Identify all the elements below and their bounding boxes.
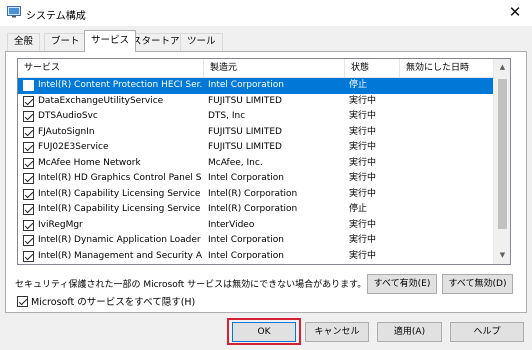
service-name: Intel(R) Capability Licensing Service I.… — [38, 188, 202, 199]
hide-ms-label: Microsoft のサービスをすべて隠す(H) — [31, 297, 196, 308]
service-name: Intel(R) Capability Licensing Service ..… — [38, 204, 202, 214]
list-item[interactable]: IviRegMgr InterVideo 実行中 — [18, 218, 494, 234]
service-checkbox[interactable] — [23, 219, 34, 231]
service-status: 実行中 — [349, 111, 377, 121]
service-name: IviRegMgr — [38, 219, 83, 230]
service-manufacturer: InterVideo — [208, 219, 255, 230]
service-checkbox[interactable] — [23, 204, 34, 215]
service-checkbox[interactable] — [23, 142, 34, 153]
help-button[interactable]: ヘルプ — [450, 322, 524, 342]
service-manufacturer: Intel(R) Corporation — [208, 204, 298, 214]
service-manufacturer: Intel Corporation — [208, 250, 284, 261]
title-bar: システム構成 ✕ — [0, 0, 532, 26]
service-status: 実行中 — [349, 142, 377, 152]
tab-services[interactable]: サービス — [84, 30, 137, 52]
service-manufacturer: Intel(R) Corporation — [208, 188, 298, 199]
service-checkbox[interactable] — [23, 80, 34, 91]
service-status: 実行中 — [349, 188, 377, 199]
list-item[interactable]: Intel(R) Dynamic Application Loader ... I… — [18, 233, 494, 249]
hide-ms-checkbox[interactable] — [17, 296, 28, 307]
service-name: Intel(R) Content Protection HECI Ser... — [38, 80, 202, 90]
scroll-up-icon[interactable]: ▲ — [494, 59, 510, 76]
apply-button[interactable]: 適用(A) — [377, 322, 442, 342]
service-status: 実行中 — [349, 235, 377, 245]
service-checkbox[interactable] — [23, 126, 34, 138]
service-status: 実行中 — [349, 157, 377, 168]
service-status: 実行中 — [349, 95, 377, 106]
service-manufacturer: Intel Corporation — [208, 173, 284, 183]
service-status: 停止 — [349, 204, 368, 214]
service-name: DTSAudioSvc — [38, 111, 98, 121]
hide-ms-services-option[interactable]: Microsoft のサービスをすべて隠す(H) — [17, 294, 195, 308]
close-icon[interactable]: ✕ — [498, 0, 532, 26]
list-item[interactable]: Intel(R) Capability Licensing Service I.… — [18, 187, 494, 203]
service-manufacturer: FUJITSU LIMITED — [208, 95, 282, 106]
service-checkbox[interactable] — [23, 111, 34, 122]
service-name: FJAutoSignIn — [38, 126, 95, 137]
service-manufacturer: FUJITSU LIMITED — [208, 126, 282, 137]
enable-all-button[interactable]: すべて有効(E) — [367, 274, 437, 294]
column-header-service[interactable]: サービス — [18, 59, 204, 78]
window-title: システム構成 — [26, 11, 86, 22]
services-list[interactable]: サービス 製造元 状態 無効にした日時 Intel(R) Content Pro… — [17, 58, 511, 265]
list-item[interactable]: McAfee Home Network McAfee, Inc. 実行中 — [18, 156, 494, 172]
service-manufacturer: Intel Corporation — [208, 235, 284, 245]
column-header-disabled-date[interactable]: 無効にした日時 — [400, 59, 494, 78]
service-manufacturer: FUJITSU LIMITED — [208, 142, 282, 152]
service-name: McAfee Home Network — [38, 157, 141, 168]
system-config-icon — [7, 6, 21, 18]
service-status: 停止 — [349, 80, 368, 90]
service-checkbox[interactable] — [23, 250, 34, 262]
service-status: 実行中 — [349, 173, 377, 183]
service-manufacturer: Intel Corporation — [208, 80, 284, 90]
list-item[interactable]: Intel(R) Management and Security A... Int… — [18, 249, 494, 265]
cancel-button[interactable]: キャンセル — [305, 322, 369, 342]
list-scrollbar[interactable]: ▲ ▼ — [493, 59, 510, 264]
list-item[interactable]: DataExchangeUtilityService FUJITSU LIMITE… — [18, 94, 494, 110]
service-status: 実行中 — [349, 250, 377, 261]
list-item[interactable]: FUJ02E3Service FUJITSU LIMITED 実行中 — [18, 140, 494, 156]
tab-boot[interactable]: ブート — [44, 33, 87, 51]
service-name: DataExchangeUtilityService — [38, 95, 164, 106]
service-checkbox[interactable] — [23, 235, 34, 246]
column-header-status[interactable]: 状態 — [345, 59, 400, 78]
list-item[interactable]: DTSAudioSvc DTS, Inc 実行中 — [18, 109, 494, 125]
service-checkbox[interactable] — [23, 173, 34, 184]
tab-tools[interactable]: ツール — [180, 33, 223, 51]
service-manufacturer: DTS, Inc — [208, 111, 246, 121]
list-body: Intel(R) Content Protection HECI Ser... I… — [18, 78, 494, 264]
service-name: Intel(R) HD Graphics Control Panel S... — [38, 173, 202, 183]
service-name: Intel(R) Dynamic Application Loader ... — [38, 235, 202, 245]
list-item[interactable]: Intel(R) Capability Licensing Service ..… — [18, 202, 494, 218]
scroll-thumb[interactable] — [498, 79, 507, 229]
ok-highlight-frame — [227, 318, 301, 345]
service-name: Intel(R) Management and Security A... — [38, 250, 202, 261]
service-manufacturer: McAfee, Inc. — [208, 157, 263, 168]
list-item[interactable]: FJAutoSignIn FUJITSU LIMITED 実行中 — [18, 125, 494, 141]
list-item[interactable]: Intel(R) HD Graphics Control Panel S... I… — [18, 171, 494, 187]
tab-general[interactable]: 全般 — [7, 33, 41, 51]
disable-all-button[interactable]: すべて無効(D) — [442, 274, 513, 294]
service-checkbox[interactable] — [23, 95, 34, 107]
service-status: 実行中 — [349, 219, 377, 230]
service-checkbox[interactable] — [23, 188, 34, 200]
list-item[interactable]: Intel(R) Content Protection HECI Ser... I… — [18, 78, 494, 94]
service-status: 実行中 — [349, 126, 377, 137]
column-header-manufacturer[interactable]: 製造元 — [204, 59, 345, 78]
list-header: サービス 製造元 状態 無効にした日時 — [18, 59, 494, 78]
protected-services-note: セキュリティ保護された一部の Microsoft サービスは無効にできない場合が… — [15, 280, 367, 290]
service-name: FUJ02E3Service — [38, 142, 109, 152]
scroll-down-icon[interactable]: ▼ — [494, 247, 510, 264]
service-checkbox[interactable] — [23, 157, 34, 169]
